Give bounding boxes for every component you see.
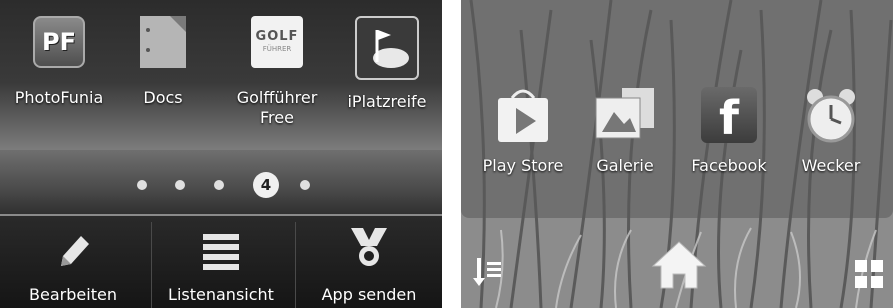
list-view-button[interactable]: Listenansicht: [148, 216, 294, 308]
send-app-label: App senden: [321, 285, 417, 304]
app-docs[interactable]: Docs: [108, 16, 218, 108]
app-photofunia[interactable]: PF PhotoFunia: [4, 16, 114, 108]
app-alarm-clock[interactable]: Wecker: [781, 80, 881, 175]
list-icon: [148, 216, 294, 272]
left-home-screen: PF PhotoFunia Docs GOLF FÜHRER Golfführe…: [0, 0, 442, 308]
home-button[interactable]: [651, 240, 707, 294]
app-label: iPlatzreife: [347, 92, 427, 111]
edit-button[interactable]: Bearbeiten: [0, 216, 146, 308]
page-dot[interactable]: [175, 180, 185, 190]
page-dot[interactable]: [300, 180, 310, 190]
golf-icon-text: GOLF: [255, 29, 299, 44]
app-facebook[interactable]: f Facebook: [679, 80, 779, 175]
play-store-icon: [488, 80, 558, 150]
app-label: Play Store: [482, 156, 564, 175]
dock-separator: [151, 222, 152, 308]
app-iplatzreife[interactable]: iPlatzreife: [332, 16, 442, 112]
facebook-glyph: f: [701, 87, 757, 145]
app-label: Wecker: [801, 156, 861, 175]
pencil-icon: [0, 216, 146, 272]
app-drawer-icon: [855, 260, 883, 288]
send-app-button[interactable]: App senden: [296, 216, 442, 308]
sort-icon: [473, 258, 501, 286]
photofunia-icon-text: PF: [42, 28, 76, 56]
docs-icon: [140, 16, 186, 68]
app-play-store[interactable]: Play Store: [473, 80, 573, 175]
right-home-screen: Play Store Galerie f Facebook Wecker: [461, 0, 893, 308]
facebook-icon: f: [694, 80, 764, 150]
edit-dock: Bearbeiten Listenansicht App senden: [0, 216, 442, 308]
app-label: Docs: [143, 88, 183, 107]
app-gallery[interactable]: Galerie: [575, 80, 675, 175]
home-icon: [651, 241, 707, 289]
gallery-icon: [590, 80, 660, 150]
iplatzreife-icon: [355, 16, 419, 80]
page-dot[interactable]: [214, 180, 224, 190]
app-golffuehrer[interactable]: GOLF FÜHRER Golfführer Free: [222, 16, 332, 128]
share-icon: [296, 216, 442, 272]
docs-icon-graphic: [140, 16, 186, 68]
edit-label: Bearbeiten: [29, 285, 117, 304]
sort-button[interactable]: [471, 256, 507, 292]
list-view-label: Listenansicht: [168, 285, 274, 304]
app-drawer-button[interactable]: [853, 258, 885, 294]
golffuehrer-icon: GOLF FÜHRER: [251, 16, 303, 68]
app-label: Facebook: [691, 156, 767, 175]
golf-flag-graphic: [373, 30, 409, 68]
app-label: Golfführer Free: [236, 88, 318, 127]
fuehrer-icon-text: FÜHRER: [262, 45, 292, 53]
page-dot[interactable]: [137, 180, 147, 190]
app-label: PhotoFunia: [14, 88, 104, 107]
app-label: Galerie: [596, 156, 654, 175]
dock-separator: [295, 222, 296, 308]
photofunia-icon: PF: [33, 16, 85, 68]
page-dot-current[interactable]: 4: [253, 172, 279, 198]
alarm-clock-icon: [796, 80, 866, 150]
